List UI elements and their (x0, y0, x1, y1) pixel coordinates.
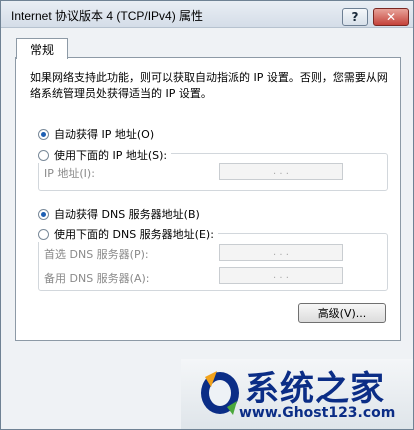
radio-manual-dns[interactable]: 使用下面的 DNS 服务器地址(E): (38, 226, 218, 242)
close-button[interactable]: ✕ (373, 8, 409, 26)
radio-auto-dns[interactable]: 自动获得 DNS 服务器地址(B) (38, 206, 200, 222)
radio-auto-ip-indicator[interactable] (38, 128, 49, 140)
alternate-dns-label: 备用 DNS 服务器(A): (44, 272, 150, 285)
ipv4-properties-dialog: Internet 协议版本 4 (TCP/IPv4) 属性 ? ✕ 常规 如果网… (0, 0, 414, 430)
help-icon: ? (351, 10, 359, 24)
close-icon: ✕ (385, 10, 397, 24)
radio-manual-dns-label: 使用下面的 DNS 服务器地址(E): (54, 228, 214, 241)
radio-manual-ip-label: 使用下面的 IP 地址(S): (54, 149, 168, 162)
help-button[interactable]: ? (342, 8, 368, 26)
advanced-button[interactable]: 高级(V)... (298, 303, 386, 323)
preferred-dns-input[interactable]: . . . (219, 244, 343, 261)
radio-auto-dns-indicator[interactable] (38, 208, 49, 220)
ip-address-value: . . . (273, 166, 289, 177)
ip-address-label: IP 地址(I): (44, 167, 95, 180)
tab-general[interactable]: 常规 (16, 38, 68, 59)
radio-auto-ip[interactable]: 自动获得 IP 地址(O) (38, 126, 154, 142)
radio-manual-ip[interactable]: 使用下面的 IP 地址(S): (38, 147, 172, 163)
alternate-dns-input[interactable]: . . . (219, 267, 343, 284)
watermark-name: 系统之家 (245, 369, 385, 409)
preferred-dns-label: 首选 DNS 服务器(P): (44, 248, 149, 261)
radio-manual-dns-indicator[interactable] (38, 228, 49, 240)
alternate-dns-value: . . . (273, 270, 289, 281)
radio-auto-dns-label: 自动获得 DNS 服务器地址(B) (54, 208, 200, 221)
ip-address-input[interactable]: . . . (219, 163, 343, 180)
watermark-emblem-icon (201, 371, 239, 415)
title-bar: Internet 协议版本 4 (TCP/IPv4) 属性 ? ✕ (1, 1, 413, 28)
description-text: 如果网络支持此功能，则可以获取自动指派的 IP 设置。否则，您需要从网络系统管理… (30, 71, 388, 100)
watermark-url: www.Ghost123.com (239, 405, 396, 421)
radio-auto-ip-label: 自动获得 IP 地址(O) (54, 128, 155, 141)
window-title: Internet 协议版本 4 (TCP/IPv4) 属性 (11, 9, 204, 23)
general-panel: 如果网络支持此功能，则可以获取自动指派的 IP 设置。否则，您需要从网络系统管理… (15, 57, 401, 341)
radio-manual-ip-indicator[interactable] (38, 149, 49, 161)
watermark-logo: 系统之家 www.Ghost123.com (181, 359, 413, 429)
preferred-dns-value: . . . (273, 247, 289, 258)
